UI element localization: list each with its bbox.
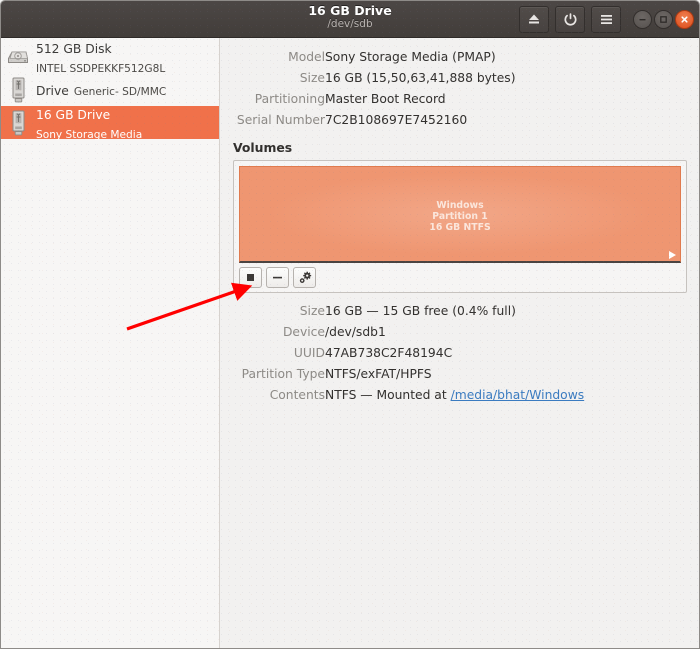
property-label: Device [282, 325, 325, 339]
table-row: Device /dev/sdb1 [226, 322, 584, 343]
delete-volume-button[interactable] [266, 267, 289, 288]
drive-properties-table: Model Sony Storage Media (PMAP) Size 16 … [226, 47, 516, 131]
table-row: Size 16 GB — 15 GB free (0.4% full) [226, 301, 584, 322]
table-row: Partitioning Master Boot Record [226, 89, 516, 110]
sidebar-item-sublabel: Sony Storage Media [36, 128, 143, 141]
property-label: Contents [269, 388, 325, 402]
window-body: 512 GB Disk INTEL SSDPEKKF512G8L Drive G… [1, 38, 699, 648]
property-label: UUID [293, 346, 325, 360]
property-label: Serial Number [236, 113, 325, 127]
volumes-heading: Volumes [233, 140, 293, 155]
sidebar-item-drive[interactable]: Drive Generic- SD/MMC [1, 73, 219, 106]
power-icon [563, 12, 578, 27]
partition-label: Windows Partition 1 16 GB NTFS [240, 200, 680, 233]
property-label: Partition Type [241, 367, 325, 381]
sidebar-item-sublabel: INTEL SSDPEKKF512G8L [36, 62, 166, 75]
device-sidebar: 512 GB Disk INTEL SSDPEKKF512G8L Drive G… [1, 38, 220, 648]
sidebar-item-text: Drive Generic- SD/MMC [36, 80, 166, 99]
table-row: Contents NTFS — Mounted at /media/bhat/W… [226, 385, 584, 406]
mount-point-link[interactable]: /media/bhat/Windows [451, 388, 585, 402]
table-row: UUID 47AB738C2F48194C [226, 343, 584, 364]
table-row: Model Sony Storage Media (PMAP) [226, 47, 516, 68]
close-icon [680, 15, 689, 24]
sidebar-item-512-gb-disk[interactable]: 512 GB Disk INTEL SSDPEKKF512G8L [1, 38, 219, 76]
property-value: NTFS — Mounted at /media/bhat/Windows [325, 385, 584, 406]
close-button[interactable] [675, 9, 694, 29]
property-value: 47AB738C2F48194C [325, 346, 453, 360]
property-value: 7C2B108697E7452160 [325, 113, 468, 127]
unmount-volume-button[interactable] [239, 267, 262, 288]
hard-disk-icon [7, 44, 29, 70]
sidebar-item-label: 512 GB Disk [36, 41, 112, 56]
usb-drive-icon [7, 77, 29, 103]
play-triangle-icon [669, 251, 676, 259]
maximize-button[interactable] [654, 9, 673, 29]
property-label: Size [299, 71, 325, 85]
sidebar-item-label: 16 GB Drive [36, 107, 111, 122]
eject-icon [527, 12, 541, 26]
sidebar-item-sublabel: Generic- SD/MMC [73, 86, 167, 98]
usb-drive-icon [7, 110, 29, 136]
eject-button[interactable] [519, 5, 549, 33]
sidebar-item-16-gb-drive[interactable]: 16 GB Drive Sony Storage Media [1, 104, 219, 142]
volume-options-button[interactable] [293, 267, 316, 288]
property-value: NTFS/exFAT/HPFS [325, 367, 432, 381]
partition-label-line3: 16 GB NTFS [429, 222, 491, 233]
partition-label-line1: Windows [436, 200, 484, 211]
property-label: Model [288, 50, 325, 64]
sidebar-item-label: Drive [36, 84, 69, 98]
property-label: Partitioning [254, 92, 325, 106]
title-bar: 16 GB Drive /dev/sdb [1, 1, 699, 38]
property-value: Master Boot Record [325, 92, 446, 106]
sidebar-item-text: 16 GB Drive Sony Storage Media [36, 104, 215, 142]
minimize-button[interactable] [633, 9, 652, 29]
table-row: Serial Number 7C2B108697E7452160 [226, 110, 516, 131]
hamburger-menu-icon [599, 13, 614, 26]
minus-icon [271, 271, 284, 284]
contents-text: NTFS — Mounted at [325, 388, 451, 402]
sidebar-item-text: 512 GB Disk INTEL SSDPEKKF512G8L [36, 38, 215, 76]
drive-detail-panel: Model Sony Storage Media (PMAP) Size 16 … [220, 38, 699, 648]
power-button[interactable] [555, 5, 585, 33]
property-value: Sony Storage Media (PMAP) [325, 50, 496, 64]
menu-button[interactable] [591, 5, 621, 33]
gear-icon [298, 271, 312, 285]
partition-block-windows[interactable]: Windows Partition 1 16 GB NTFS [239, 166, 681, 263]
property-value: 16 GB — 15 GB free (0.4% full) [325, 304, 516, 318]
window-controls [633, 9, 694, 29]
partition-label-line2: Partition 1 [432, 211, 488, 222]
property-value: 16 GB (15,50,63,41,888 bytes) [325, 71, 516, 85]
table-row: Partition Type NTFS/exFAT/HPFS [226, 364, 584, 385]
volume-properties-table: Size 16 GB — 15 GB free (0.4% full) Devi… [226, 301, 585, 406]
maximize-icon [659, 15, 668, 24]
stop-square-icon [244, 271, 257, 284]
table-row: Size 16 GB (15,50,63,41,888 bytes) [226, 68, 516, 89]
property-value: /dev/sdb1 [325, 325, 386, 339]
titlebar-buttons [519, 1, 694, 37]
volume-toolbar [234, 263, 686, 292]
minimize-icon [638, 15, 647, 24]
disks-application-window: 16 GB Drive /dev/sdb 512 GB Disk INTEL S… [0, 0, 700, 649]
property-label: Size [299, 304, 325, 318]
volumes-widget: Windows Partition 1 16 GB NTFS [233, 160, 687, 293]
